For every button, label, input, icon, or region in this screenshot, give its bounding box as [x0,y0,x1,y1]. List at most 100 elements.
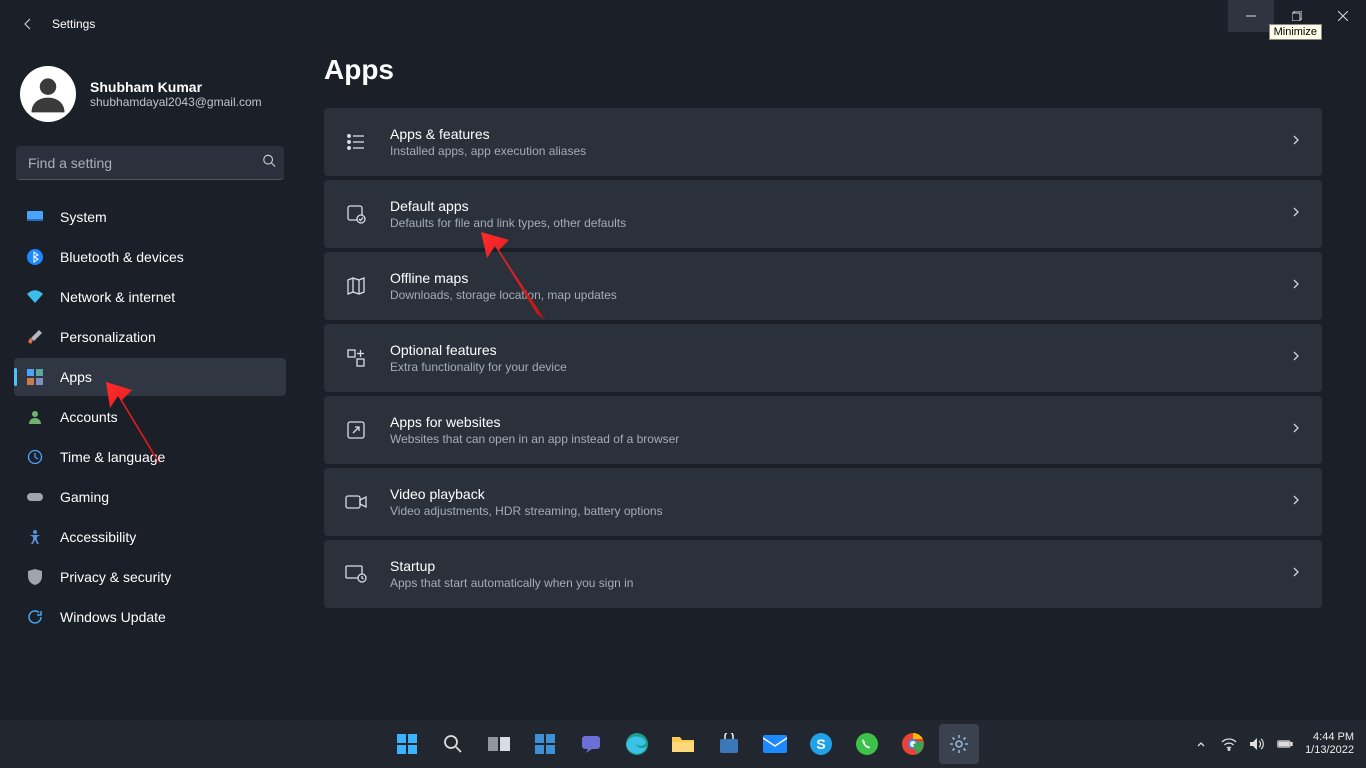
taskbar-search[interactable] [433,724,473,764]
card-subtitle: Extra functionality for your device [390,360,1268,374]
sidebar-item-network[interactable]: Network & internet [14,278,286,316]
taskbar-chat[interactable] [571,724,611,764]
gear-icon [948,733,970,755]
profile-email: shubhamdayal2043@gmail.com [90,95,262,109]
wifi-icon [26,288,44,306]
maximize-icon [1292,11,1302,21]
sidebar-item-apps[interactable]: Apps [14,358,286,396]
sidebar-item-label: Apps [60,369,92,385]
sidebar-item-label: System [60,209,107,225]
card-title: Apps & features [390,126,1268,142]
sidebar-item-accessibility[interactable]: Accessibility [14,518,286,556]
svg-text:S: S [816,736,825,752]
wifi-tray-icon[interactable] [1221,736,1237,752]
taskbar-clock[interactable]: 4:44 PM 1/13/2022 [1305,731,1358,757]
update-icon [26,608,44,626]
chrome-icon [901,732,925,756]
back-button[interactable] [8,4,48,44]
card-offline-maps[interactable]: Offline mapsDownloads, storage location,… [324,252,1322,320]
sidebar-item-label: Windows Update [60,609,166,625]
folder-icon [671,734,695,754]
store-icon [718,733,740,755]
card-default-apps[interactable]: Default appsDefaults for file and link t… [324,180,1322,248]
card-video-playback[interactable]: Video playbackVideo adjustments, HDR str… [324,468,1322,536]
taskbar-store[interactable] [709,724,749,764]
sidebar-item-bluetooth[interactable]: Bluetooth & devices [14,238,286,276]
minimize-button[interactable] [1228,0,1274,32]
taskbar-mail[interactable] [755,724,795,764]
sidebar-item-label: Time & language [60,449,165,465]
list-icon [344,130,368,154]
taskbar-center: S [387,724,979,764]
battery-tray-icon[interactable] [1277,736,1293,752]
search-icon [262,154,276,173]
sidebar-nav: System Bluetooth & devices Network & int… [14,198,286,636]
close-icon [1338,11,1348,21]
taskbar-taskview[interactable] [479,724,519,764]
sidebar-item-windows-update[interactable]: Windows Update [14,598,286,636]
gamepad-icon [26,488,44,506]
system-tray: 4:44 PM 1/13/2022 [1193,720,1358,768]
search-icon [443,734,463,754]
card-apps-features[interactable]: Apps & features Installed apps, app execu… [324,108,1322,176]
card-startup[interactable]: StartupApps that start automatically whe… [324,540,1322,608]
sidebar-item-label: Accounts [60,409,118,425]
sidebar-item-label: Network & internet [60,289,175,305]
chevron-right-icon [1290,277,1302,295]
sidebar-item-personalization[interactable]: Personalization [14,318,286,356]
mail-icon [763,735,787,753]
bluetooth-icon [26,248,44,266]
sidebar-item-system[interactable]: System [14,198,286,236]
card-optional-features[interactable]: Optional featuresExtra functionality for… [324,324,1322,392]
settings-cards: Apps & features Installed apps, app execu… [324,108,1322,608]
map-icon [344,274,368,298]
taskbar-whatsapp[interactable] [847,724,887,764]
chat-icon [580,733,602,755]
chevron-right-icon [1290,349,1302,367]
sidebar-item-gaming[interactable]: Gaming [14,478,286,516]
apps-icon [26,368,44,386]
taskbar-settings[interactable] [939,724,979,764]
chevron-right-icon [1290,421,1302,439]
sidebar-item-label: Accessibility [60,529,136,545]
sidebar-item-label: Gaming [60,489,109,505]
clock-globe-icon [26,448,44,466]
chevron-right-icon [1290,565,1302,583]
default-apps-icon [344,202,368,226]
taskbar-widgets[interactable] [525,724,565,764]
arrow-left-icon [20,16,36,32]
sidebar-item-privacy[interactable]: Privacy & security [14,558,286,596]
card-apps-for-websites[interactable]: Apps for websitesWebsites that can open … [324,396,1322,464]
page-title: Apps [324,54,1322,86]
monitor-icon [26,208,44,226]
whatsapp-icon [855,732,879,756]
clock-date: 1/13/2022 [1305,744,1354,757]
paintbrush-icon [26,328,44,346]
clock-time: 4:44 PM [1305,731,1354,744]
card-title: Apps for websites [390,414,1268,430]
minimize-icon [1246,11,1256,21]
volume-tray-icon[interactable] [1249,736,1265,752]
search-input[interactable] [16,146,284,180]
avatar [20,66,76,122]
sidebar-item-label: Privacy & security [60,569,171,585]
shield-icon [26,568,44,586]
taskbar-chrome[interactable] [893,724,933,764]
titlebar: Settings Minimize [0,0,1366,48]
card-subtitle: Video adjustments, HDR streaming, batter… [390,504,1268,518]
profile-name: Shubham Kumar [90,79,262,95]
taskbar-explorer[interactable] [663,724,703,764]
start-button[interactable] [387,724,427,764]
card-subtitle: Installed apps, app execution aliases [390,144,1268,158]
tray-expand-icon[interactable] [1193,736,1209,752]
close-button[interactable] [1320,0,1366,32]
sidebar-item-accounts[interactable]: Accounts [14,398,286,436]
taskbar-skype[interactable]: S [801,724,841,764]
profile[interactable]: Shubham Kumar shubhamdayal2043@gmail.com [14,48,286,146]
minimize-tooltip: Minimize [1269,24,1322,40]
sidebar-item-label: Bluetooth & devices [60,249,184,265]
sidebar-item-time-language[interactable]: Time & language [14,438,286,476]
taskbar-edge[interactable] [617,724,657,764]
taskview-icon [488,735,510,753]
main-content: Apps Apps & features Installed apps, app … [300,48,1366,720]
